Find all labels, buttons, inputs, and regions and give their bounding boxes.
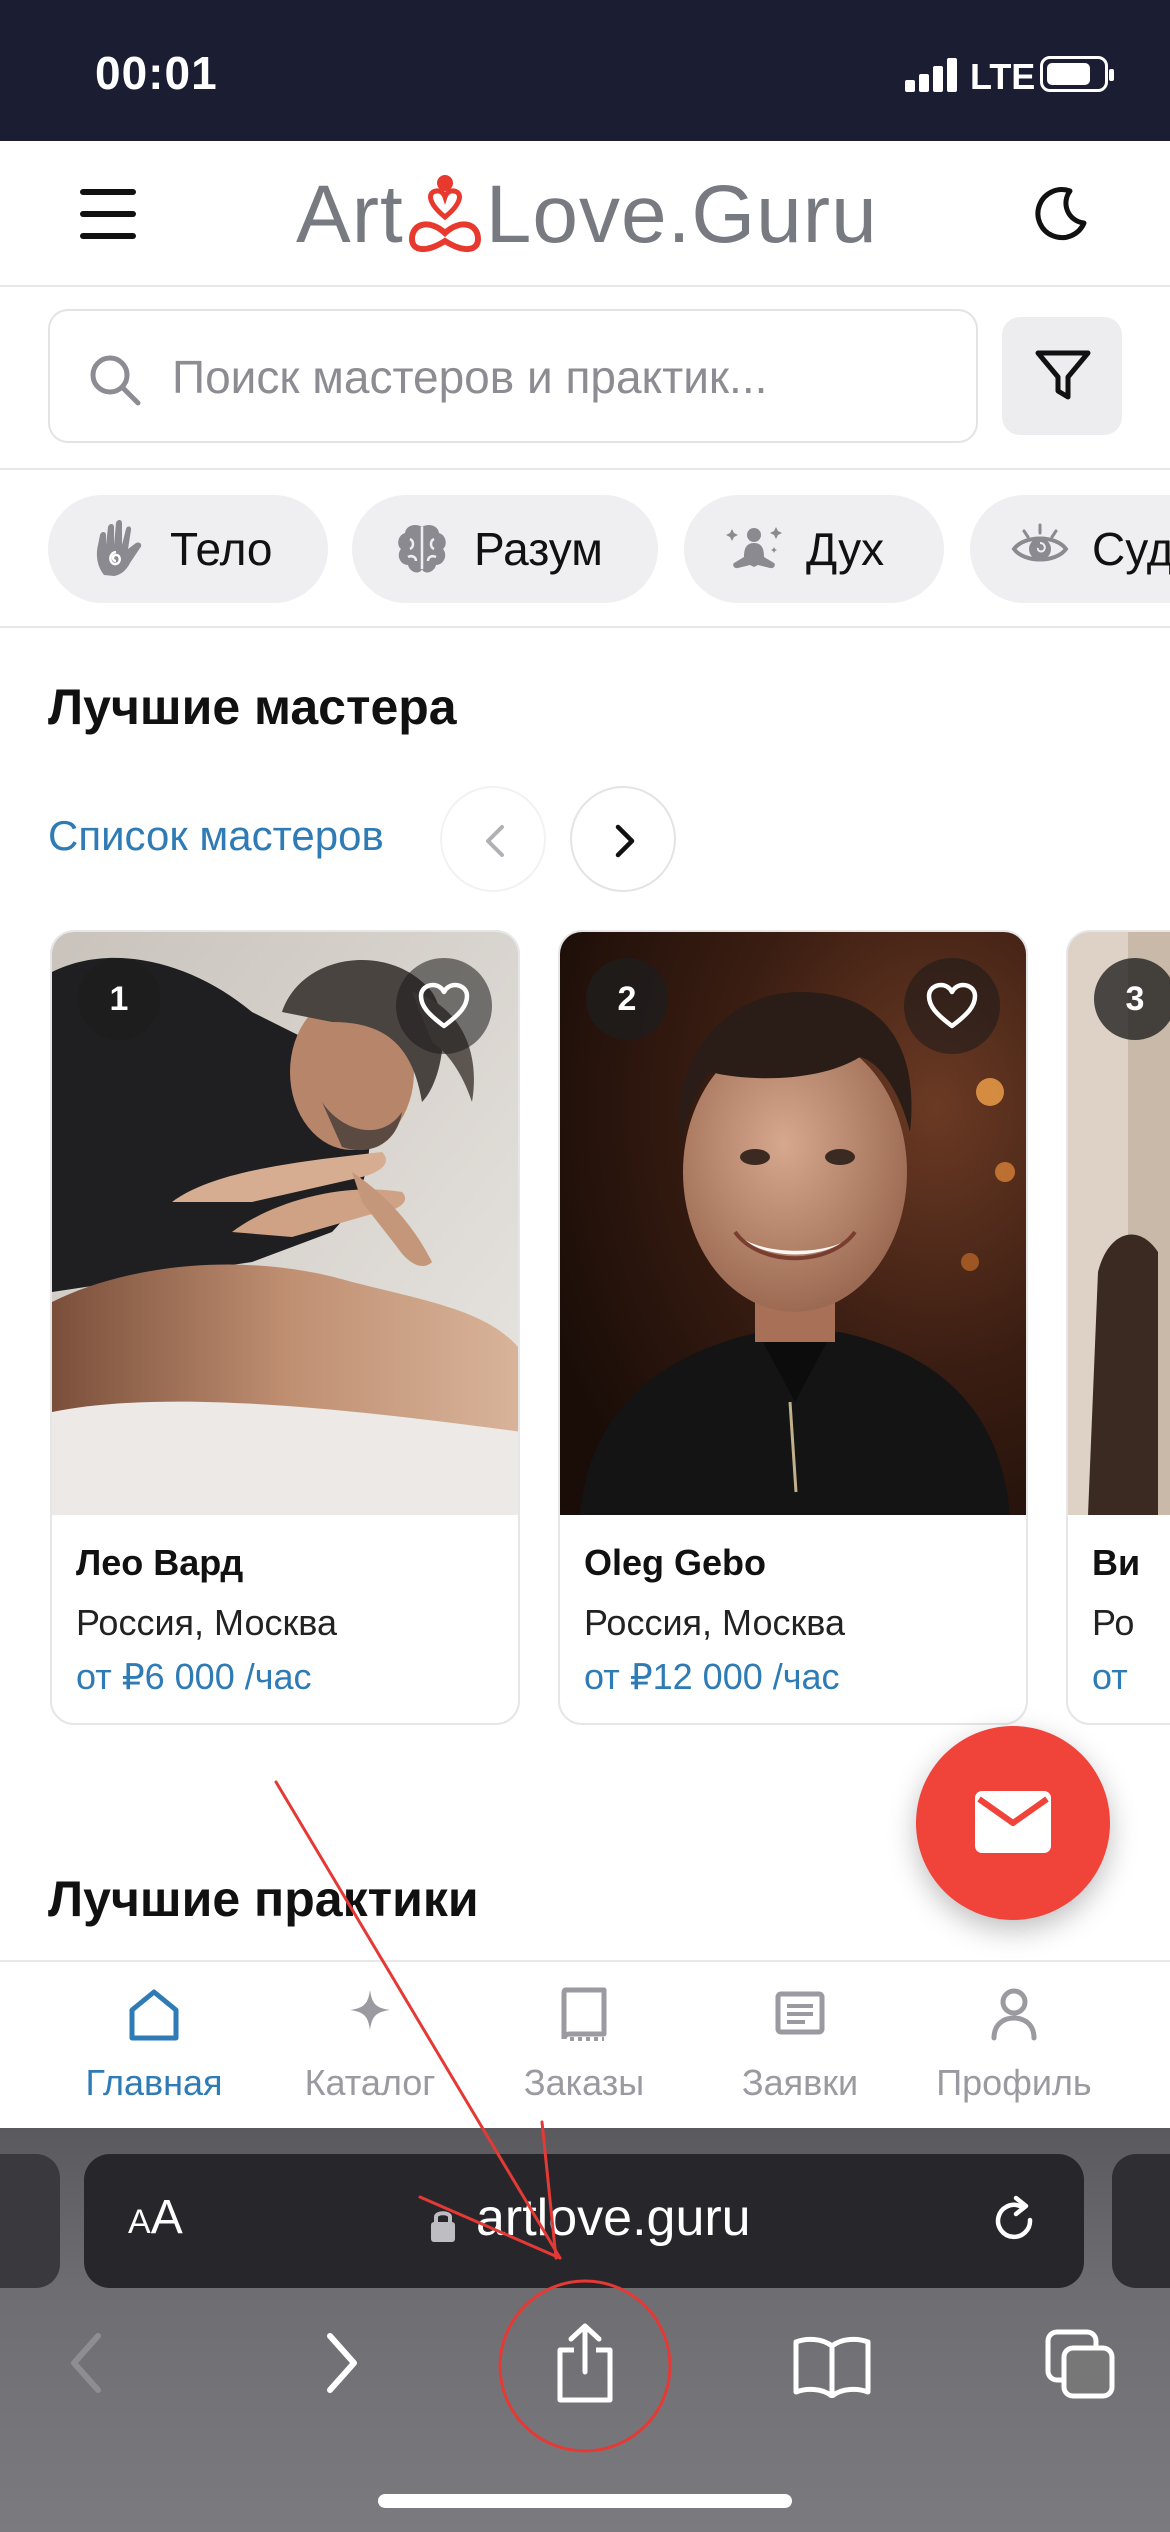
category-label: Судьба	[1092, 523, 1170, 575]
home-icon	[129, 1989, 179, 2041]
next-tab-preview[interactable]	[1112, 2154, 1170, 2288]
message-fab-button[interactable]	[916, 1726, 1110, 1920]
nav-label: Каталог	[304, 2062, 436, 2103]
nav-label: Профиль	[936, 2062, 1092, 2103]
dark-mode-toggle[interactable]	[1030, 183, 1092, 245]
master-name: Лео Вард	[76, 1542, 244, 1583]
master-name: Ви	[1092, 1542, 1141, 1583]
nav-requests[interactable]: Заявки	[690, 1962, 910, 2130]
nav-label: Главная	[85, 2062, 223, 2103]
rank-badge: 1	[78, 958, 160, 1040]
nav-label: Заявки	[741, 2062, 859, 2103]
chevron-right-icon	[615, 824, 635, 858]
reload-icon[interactable]	[990, 2194, 1040, 2248]
master-price: от ₽6 000 /час	[76, 1656, 312, 1697]
home-indicator	[378, 2494, 792, 2508]
category-chip-body[interactable]: Тело	[48, 495, 328, 603]
share-icon[interactable]	[552, 2322, 618, 2404]
bookmarks-icon[interactable]	[792, 2334, 872, 2398]
browser-toolbar: AA artlove.guru	[0, 2128, 1170, 2532]
meditation-icon	[726, 527, 782, 569]
rank-badge: 3	[1094, 958, 1170, 1040]
practices-section-title: Лучшие практики	[48, 1871, 479, 1927]
battery-icon	[1040, 56, 1114, 92]
favorite-button[interactable]	[396, 958, 492, 1054]
forward-icon[interactable]	[322, 2328, 362, 2398]
master-card[interactable]: 1 Лео Вард Россия, Москва от ₽6 000 /час	[50, 930, 520, 1725]
filter-icon	[1035, 350, 1091, 400]
category-chip-mind[interactable]: Разум	[352, 495, 658, 603]
lotus-heart-logo-icon	[408, 175, 481, 252]
logo-text-left: Art	[296, 169, 404, 260]
nav-profile[interactable]: Профиль	[904, 1962, 1124, 2130]
url-text: artlove.guru	[476, 2189, 751, 2247]
site-logo[interactable]: Art Love.Guru	[296, 169, 878, 261]
network-label: LTE	[970, 56, 1036, 97]
signal-icon	[905, 58, 959, 92]
category-label: Тело	[170, 523, 273, 575]
site-header: Art Love.Guru	[0, 141, 1170, 287]
heart-icon	[418, 982, 470, 1029]
filter-button[interactable]	[1002, 317, 1122, 435]
category-chip-fate[interactable]: Судьба	[970, 495, 1170, 603]
heart-icon	[926, 982, 978, 1029]
category-label: Разум	[474, 523, 603, 575]
carousel-next-button[interactable]	[570, 786, 676, 892]
eye-icon	[1011, 523, 1069, 562]
tabs-icon[interactable]	[1044, 2328, 1116, 2400]
nav-orders[interactable]: Заказы	[474, 1962, 694, 2130]
hand-spiral-icon	[96, 520, 142, 576]
favorite-button[interactable]	[904, 958, 1000, 1054]
search-box[interactable]	[48, 309, 978, 443]
nav-label: Заказы	[523, 2062, 645, 2103]
master-card[interactable]: 3 Ви Ро от	[1066, 930, 1170, 1725]
rank-badge: 2	[586, 958, 668, 1040]
sparkle-icon	[350, 1990, 390, 2030]
book-icon	[561, 1987, 607, 2041]
carousel-prev-button[interactable]	[440, 786, 546, 892]
master-price: от	[1092, 1656, 1128, 1697]
master-price: от ₽12 000 /час	[584, 1656, 840, 1697]
logo-text-right: Love.Guru	[485, 169, 878, 260]
previous-tab-preview[interactable]	[0, 2154, 60, 2288]
category-chip-spirit[interactable]: Дух	[684, 495, 944, 603]
aa-big: A	[150, 2191, 183, 2244]
aa-small: A	[128, 2203, 151, 2241]
masters-carousel: 1 Лео Вард Россия, Москва от ₽6 000 /час	[0, 930, 1170, 1730]
menu-button[interactable]	[80, 189, 136, 239]
brain-icon	[398, 525, 446, 573]
master-card[interactable]: 2 Oleg Gebo Россия, Москва от ₽12 000 /ч…	[558, 930, 1028, 1725]
moon-icon	[1035, 187, 1087, 241]
category-chips: Тело Разум Дух Судьба	[0, 470, 1170, 628]
search-input[interactable]	[170, 335, 950, 419]
list-icon	[775, 1991, 825, 2035]
search-icon	[90, 355, 141, 406]
user-icon	[991, 1988, 1037, 2041]
master-city: Ро	[1092, 1602, 1135, 1643]
mail-icon	[975, 1791, 1051, 1853]
category-label: Дух	[806, 523, 885, 575]
back-icon[interactable]	[66, 2328, 106, 2398]
search-area	[0, 287, 1170, 470]
nav-catalog[interactable]: Каталог	[260, 1962, 480, 2130]
bottom-nav: Главная Каталог Заказы Заявки Профиль	[0, 1960, 1170, 2128]
status-bar: 00:01 LTE	[0, 0, 1170, 141]
masters-section-title: Лучшие мастера	[48, 679, 457, 735]
nav-home[interactable]: Главная	[44, 1962, 264, 2130]
chevron-left-icon	[486, 825, 504, 857]
reader-settings-button[interactable]: AA	[128, 2190, 183, 2245]
lock-icon	[431, 2211, 455, 2242]
address-bar[interactable]: AA artlove.guru	[84, 2154, 1084, 2288]
master-city: Россия, Москва	[584, 1602, 845, 1643]
status-time: 00:01	[95, 47, 218, 99]
master-name: Oleg Gebo	[584, 1542, 767, 1583]
masters-list-link[interactable]: Список мастеров	[48, 812, 384, 860]
master-city: Россия, Москва	[76, 1602, 337, 1643]
